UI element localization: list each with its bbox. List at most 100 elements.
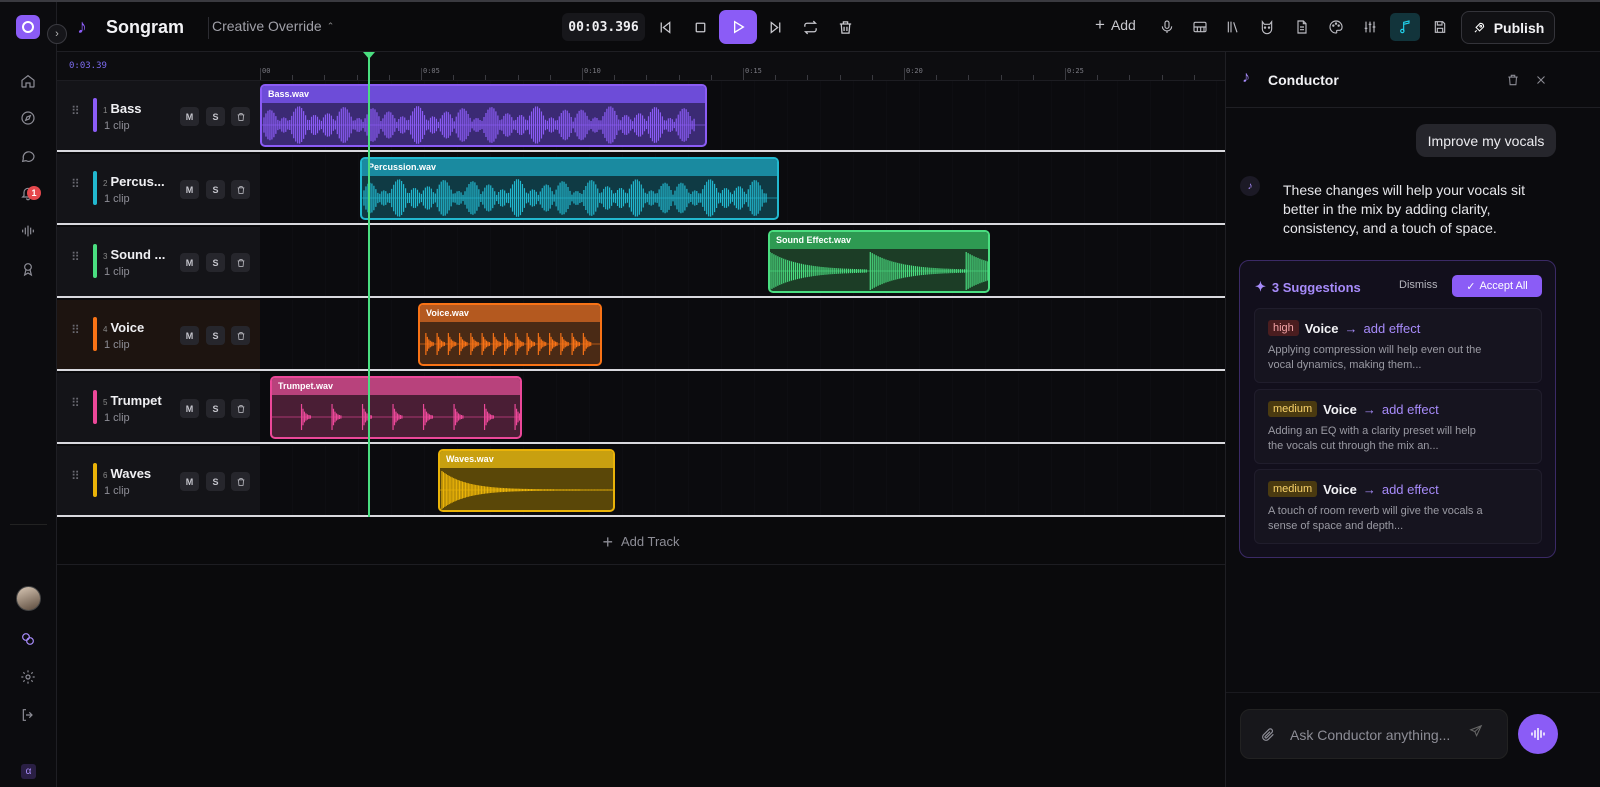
settings-gear-icon[interactable] [19,668,37,686]
attachment-paperclip-icon[interactable] [1260,727,1276,743]
track-name[interactable]: 6 Waves [103,466,151,481]
cat-mascot-icon[interactable] [1257,17,1277,37]
solo-button[interactable]: S [206,399,225,418]
mute-button[interactable]: M [180,472,199,491]
ruler-tick [421,68,422,80]
voice-input-button[interactable] [1518,714,1558,754]
track-header[interactable]: ⠿ 1 Bass 1 clip M S [57,81,260,150]
add-track-button[interactable]: + Add Track [57,519,1225,565]
mute-button[interactable]: M [180,180,199,199]
suggestion-action[interactable]: add effect [1382,482,1439,497]
solo-button[interactable]: S [206,253,225,272]
track-name-label: Sound ... [110,247,166,262]
play-button[interactable] [719,10,757,44]
stop-button[interactable] [688,15,712,39]
mixer-sliders-icon[interactable] [1360,17,1380,37]
drag-handle-icon[interactable]: ⠿ [71,251,80,263]
audio-clip[interactable]: Trumpet.wav [270,376,522,439]
mute-button[interactable]: M [180,399,199,418]
time-ruler[interactable]: 0:03.39 00 0:05 0:10 0:15 0:20 0:25 [57,52,1225,81]
publish-button[interactable]: Publish [1461,11,1555,44]
dismiss-button[interactable]: Dismiss [1399,279,1438,291]
ruler-tick [517,75,519,80]
save-icon[interactable] [1430,17,1450,37]
user-avatar[interactable] [16,586,41,611]
palette-icon[interactable] [1326,17,1346,37]
loop-button[interactable] [798,15,822,39]
solo-button[interactable]: S [206,472,225,491]
track-name[interactable]: 5 Trumpet [103,393,162,408]
track-header[interactable]: ⠿ 6 Waves 1 clip M S [57,446,260,515]
audio-clip[interactable]: Percussion.wav [360,157,779,220]
track-name[interactable]: 2 Percus... [103,174,165,189]
accept-all-button[interactable]: ✓ Accept All [1452,275,1542,297]
skip-to-end-button[interactable] [763,15,787,39]
award-icon[interactable] [19,260,37,278]
delete-track-button[interactable] [231,399,250,418]
clear-chat-trash-icon[interactable] [1504,71,1522,89]
solo-button[interactable]: S [206,180,225,199]
track-lane[interactable]: Trumpet.wav [260,373,1225,442]
track-header[interactable]: ⠿ 3 Sound ... 1 clip M S [57,227,260,296]
solo-button[interactable]: S [206,326,225,345]
logout-icon[interactable] [19,706,37,724]
mute-button[interactable]: M [180,253,199,272]
expand-sidebar-button[interactable]: › [47,24,67,44]
suggestions-card: ✦ 3 Suggestions Dismiss ✓ Accept All hig… [1239,260,1556,558]
track-header[interactable]: ⠿ 5 Trumpet 1 clip M S [57,373,260,442]
delete-track-button[interactable] [231,180,250,199]
home-icon[interactable] [19,72,37,90]
audio-waveform-icon[interactable] [19,222,37,240]
close-panel-icon[interactable] [1532,71,1550,89]
drag-handle-icon[interactable]: ⠿ [71,470,80,482]
audio-clip[interactable]: Waves.wav [438,449,615,512]
library-icon[interactable] [1223,17,1243,37]
drag-handle-icon[interactable]: ⠿ [71,105,80,117]
document-icon[interactable] [1292,17,1312,37]
drag-handle-icon[interactable]: ⠿ [71,397,80,409]
conductor-note-icon[interactable] [1390,13,1420,41]
audio-clip[interactable]: Bass.wav [260,84,707,147]
microphone-icon[interactable] [1157,17,1177,37]
suggestion-item[interactable]: medium Voice → add effect Adding an EQ w… [1254,389,1542,464]
piano-keyboard-icon[interactable] [1190,17,1210,37]
track-lane[interactable]: Sound Effect.wav [260,227,1225,296]
track-lane[interactable]: Voice.wav [260,300,1225,369]
delete-button[interactable] [833,15,857,39]
audio-clip[interactable]: Sound Effect.wav [768,230,990,293]
solo-button[interactable]: S [206,107,225,126]
audio-clip[interactable]: Voice.wav [418,303,602,366]
suggestion-item[interactable]: high Voice → add effect Applying compres… [1254,308,1542,383]
track-lane[interactable]: Bass.wav [260,81,1225,150]
delete-track-button[interactable] [231,253,250,272]
track-lane[interactable]: Percussion.wav [260,154,1225,223]
delete-track-button[interactable] [231,472,250,491]
drag-handle-icon[interactable]: ⠿ [71,324,80,336]
playhead-line[interactable] [368,52,370,517]
messages-icon[interactable] [19,147,37,165]
suggestion-action[interactable]: add effect [1364,321,1421,336]
track-lane[interactable]: Waves.wav [260,446,1225,515]
track-header[interactable]: ⠿ 4 Voice 1 clip M S [57,300,260,369]
coins-icon[interactable] [19,630,37,648]
suggestion-item[interactable]: medium Voice → add effect A touch of roo… [1254,469,1542,544]
drag-handle-icon[interactable]: ⠿ [71,178,80,190]
send-icon[interactable] [1469,724,1491,746]
track-header[interactable]: ⠿ 2 Percus... 1 clip M S [57,154,260,223]
delete-track-button[interactable] [231,326,250,345]
track-name[interactable]: 4 Voice [103,320,144,335]
skip-to-start-button[interactable] [653,15,677,39]
track-name[interactable]: 3 Sound ... [103,247,165,262]
app-logo-icon[interactable] [16,15,40,39]
add-button[interactable]: + Add [1095,16,1136,33]
project-selector[interactable]: Creative Override ⌃ [212,18,334,34]
top-toolbar: ♪ Songram Creative Override ⌃ 00:03.396 … [57,2,1600,52]
explore-compass-icon[interactable] [19,109,37,127]
suggestion-action[interactable]: add effect [1382,402,1439,417]
mute-button[interactable]: M [180,107,199,126]
track-name[interactable]: 1 Bass [103,101,142,116]
playhead-handle[interactable] [363,52,375,59]
conductor-input[interactable] [1290,725,1460,745]
mute-button[interactable]: M [180,326,199,345]
delete-track-button[interactable] [231,107,250,126]
